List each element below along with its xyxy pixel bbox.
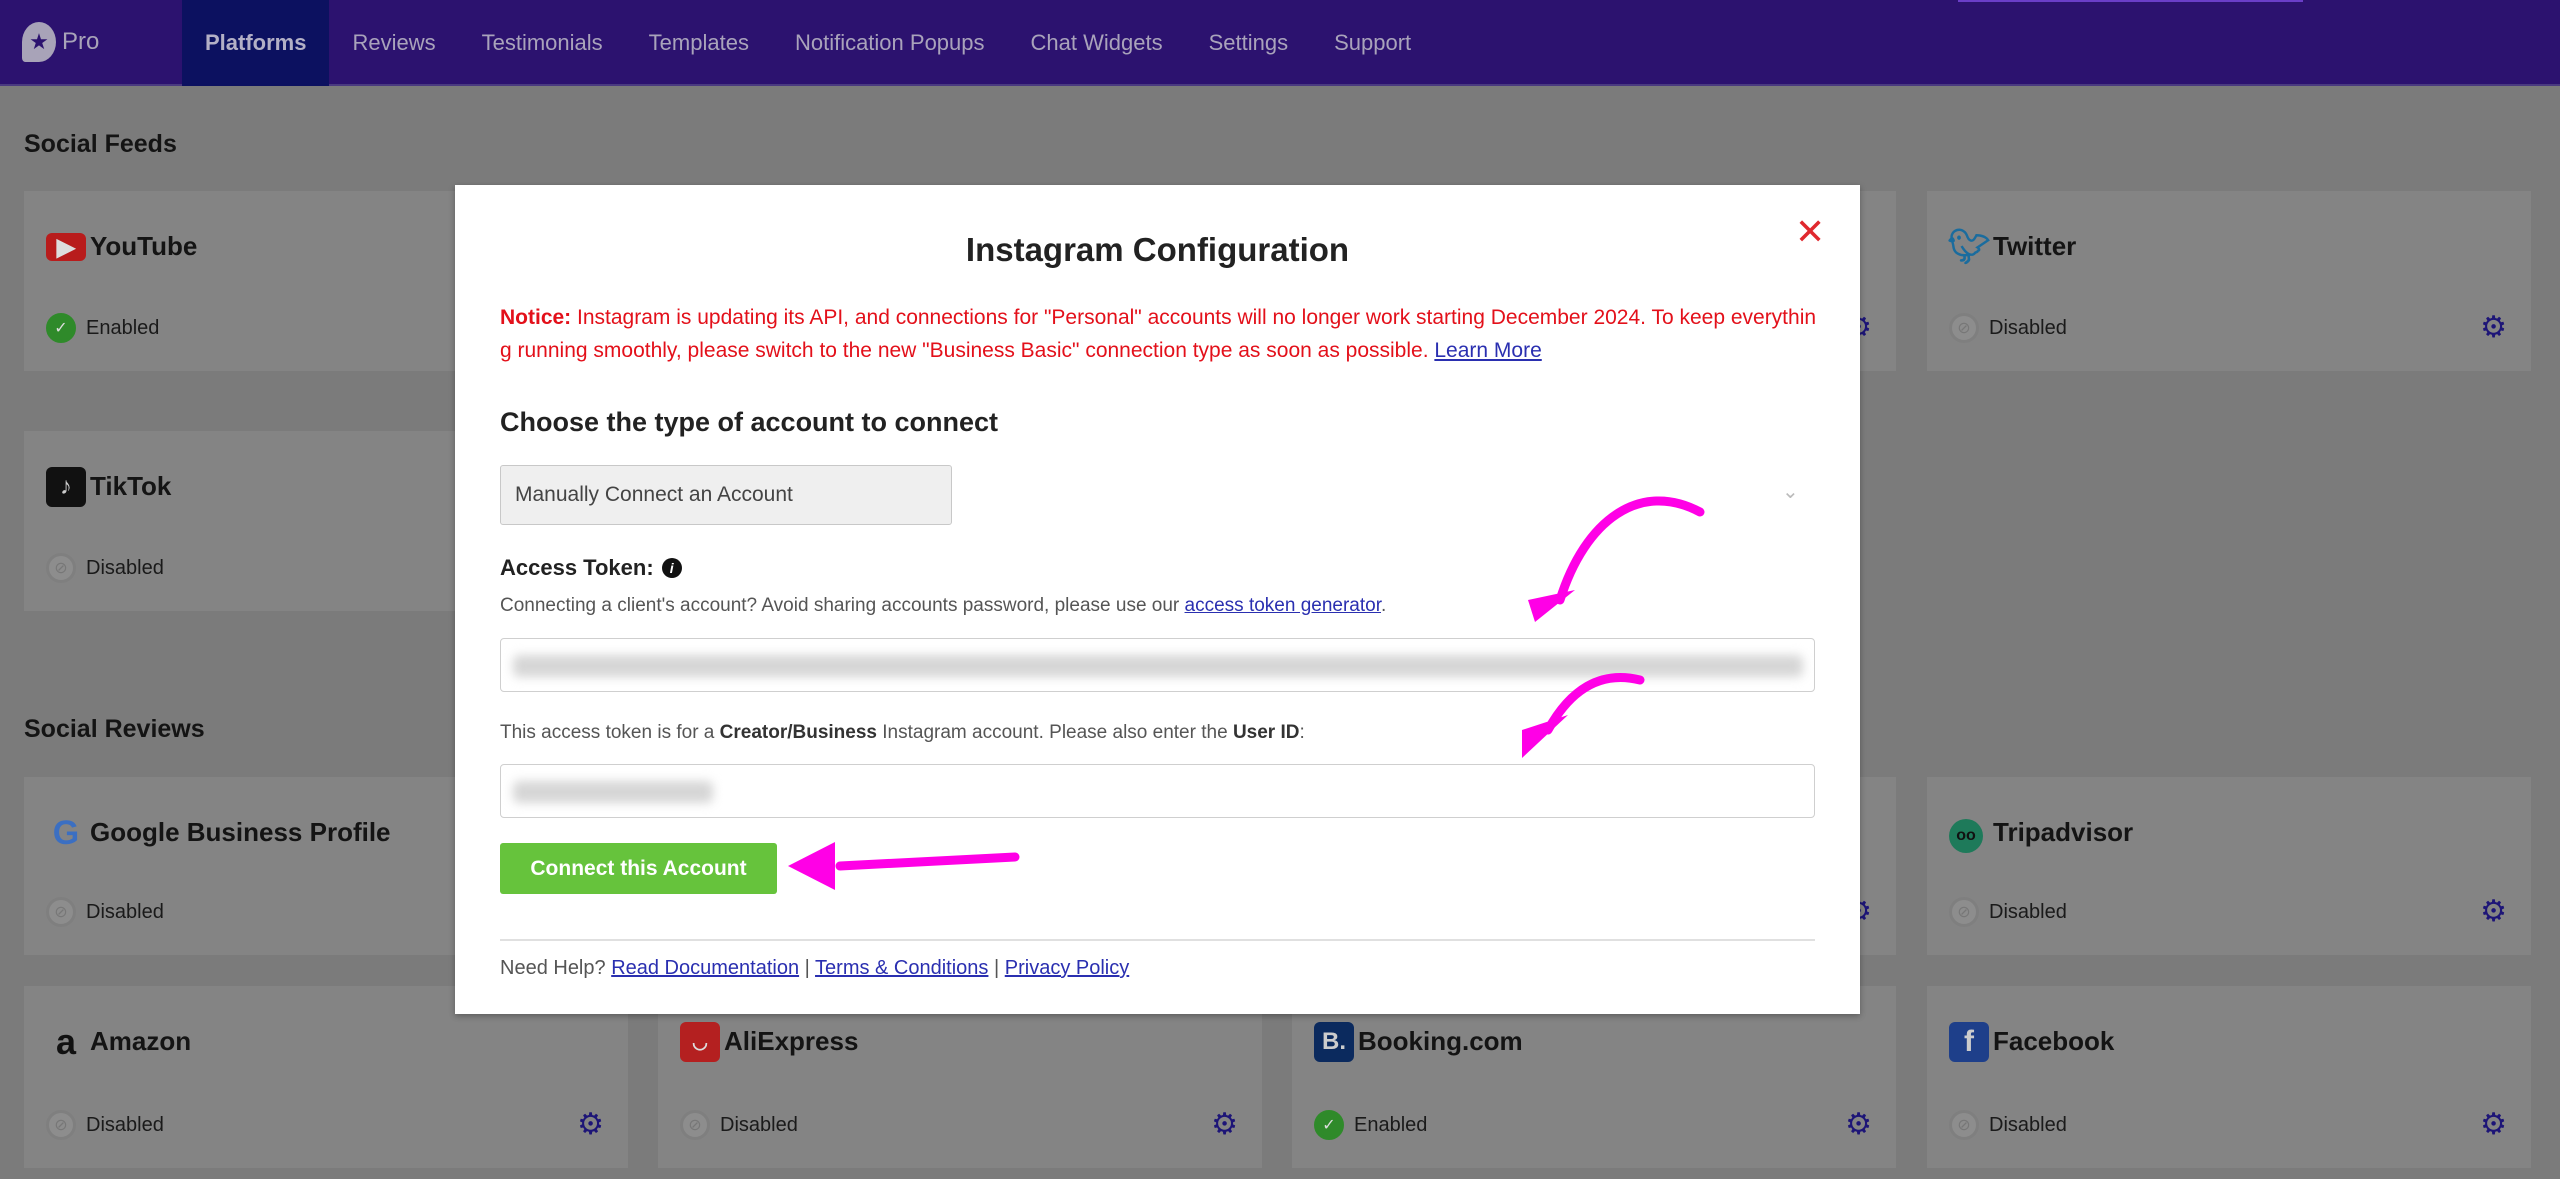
card-title: Twitter	[1993, 231, 2077, 261]
account-type-select[interactable]: Manually Connect an Account	[500, 465, 952, 525]
status-text: Disabled	[86, 900, 164, 923]
amazon-icon: a	[55, 1021, 77, 1062]
blurred-token	[513, 655, 1803, 677]
disabled-icon: ⊘	[1949, 1110, 1979, 1140]
top-accent-bar	[1958, 0, 2303, 2]
gear-icon[interactable]: ⚙	[2480, 894, 2507, 929]
nav-settings[interactable]: Settings	[1186, 0, 1312, 86]
star-logo-icon: ★	[22, 22, 56, 62]
logo-text: Pro	[62, 28, 100, 55]
top-nav: ★ Pro Platforms Reviews Testimonials Temp…	[0, 0, 2560, 86]
disabled-icon: ⊘	[1949, 897, 1979, 927]
card-title: Booking.com	[1358, 1026, 1523, 1056]
facebook-icon: f	[1949, 1022, 1989, 1062]
status-text: Enabled	[86, 316, 160, 339]
status-text: Disabled	[1989, 1113, 2067, 1136]
notice-text: Notice: Instagram is updating its API, a…	[500, 301, 1820, 367]
card-tripadvisor[interactable]: oo Tripadvisor ⊘ Disabled ⚙	[1927, 777, 2531, 955]
terms-link[interactable]: Terms & Conditions	[815, 957, 988, 979]
status-text: Disabled	[1989, 316, 2067, 339]
booking-icon: B.	[1314, 1022, 1354, 1062]
nav-testimonials[interactable]: Testimonials	[459, 0, 626, 86]
nav-platforms[interactable]: Platforms	[182, 0, 330, 86]
nav-notification-popups[interactable]: Notification Popups	[772, 0, 1008, 86]
notice-label: Notice:	[500, 306, 572, 329]
close-icon[interactable]: ✕	[1795, 211, 1825, 253]
privacy-policy-link[interactable]: Privacy Policy	[1005, 957, 1129, 979]
status-text: Disabled	[1989, 900, 2067, 923]
gear-icon[interactable]: ⚙	[1845, 1107, 1872, 1142]
aliexpress-icon: ◡	[680, 1022, 720, 1062]
divider	[500, 939, 1815, 941]
read-documentation-link[interactable]: Read Documentation	[611, 957, 799, 979]
notice-body: Instagram is updating its API, and conne…	[500, 306, 1817, 362]
userid-help-text: This access token is for a Creator/Busin…	[500, 722, 1305, 743]
tripadvisor-icon: oo	[1949, 819, 1983, 853]
nav-chat-widgets[interactable]: Chat Widgets	[1008, 0, 1186, 86]
disabled-icon: ⊘	[1949, 313, 1979, 343]
card-title: Google Business Profile	[90, 817, 391, 847]
token-help-body: Connecting a client's account? Avoid sha…	[500, 595, 1185, 616]
modal-title: Instagram Configuration	[965, 231, 1350, 268]
section-social-reviews: Social Reviews	[24, 715, 205, 743]
access-token-label-text: Access Token:	[500, 555, 654, 580]
instagram-config-modal: Instagram Configuration ✕ Notice: Instag…	[455, 185, 1860, 1014]
status-text: Disabled	[86, 1113, 164, 1136]
card-title: YouTube	[90, 231, 198, 261]
disabled-icon: ⊘	[46, 897, 76, 927]
gear-icon[interactable]: ⚙	[2480, 1107, 2507, 1142]
section-social-feeds: Social Feeds	[24, 130, 177, 158]
card-title: Amazon	[90, 1026, 192, 1056]
blurred-user-id	[513, 781, 713, 803]
connect-account-button[interactable]: Connect this Account	[500, 843, 777, 894]
access-token-generator-link[interactable]: access token generator	[1185, 595, 1381, 616]
gear-icon[interactable]: ⚙	[577, 1107, 604, 1142]
check-icon: ✓	[46, 313, 76, 343]
nav-reviews[interactable]: Reviews	[329, 0, 458, 86]
user-id-input[interactable]	[500, 764, 1815, 818]
gear-icon[interactable]: ⚙	[2480, 310, 2507, 345]
status-text: Disabled	[720, 1113, 798, 1136]
disabled-icon: ⊘	[46, 1110, 76, 1140]
card-twitter[interactable]: 🐦︎ Twitter ⊘ Disabled ⚙	[1927, 191, 2531, 371]
disabled-icon: ⊘	[680, 1110, 710, 1140]
logo[interactable]: ★ Pro	[22, 22, 99, 62]
nav-support[interactable]: Support	[1311, 0, 1434, 86]
status-text: Disabled	[86, 556, 164, 579]
card-title: Facebook	[1993, 1026, 2115, 1056]
access-token-label: Access Token: i	[500, 555, 682, 581]
status-text: Enabled	[1354, 1113, 1428, 1136]
card-title: Tripadvisor	[1993, 817, 2134, 847]
youtube-icon: ▶	[46, 233, 86, 261]
twitter-icon: 🐦︎	[1947, 228, 1991, 266]
footer-help: Need Help? Read Documentation | Terms & …	[500, 957, 1130, 979]
card-title: TikTok	[90, 471, 172, 501]
card-facebook[interactable]: f Facebook ⊘ Disabled ⚙	[1927, 986, 2531, 1168]
chevron-down-icon[interactable]: ⌄	[1782, 479, 1799, 504]
info-icon[interactable]: i	[661, 558, 682, 578]
nav-templates[interactable]: Templates	[626, 0, 772, 86]
access-token-input[interactable]	[500, 638, 1815, 692]
token-help-text: Connecting a client's account? Avoid sha…	[500, 595, 1387, 616]
check-icon: ✓	[1314, 1110, 1344, 1140]
google-icon: G	[52, 813, 80, 852]
gear-icon[interactable]: ⚙	[1211, 1107, 1238, 1142]
learn-more-link[interactable]: Learn More	[1434, 339, 1541, 362]
disabled-icon: ⊘	[46, 553, 76, 583]
card-title: AliExpress	[724, 1026, 859, 1056]
tiktok-icon: ♪	[46, 467, 86, 507]
choose-account-heading: Choose the type of account to connect	[500, 407, 999, 437]
